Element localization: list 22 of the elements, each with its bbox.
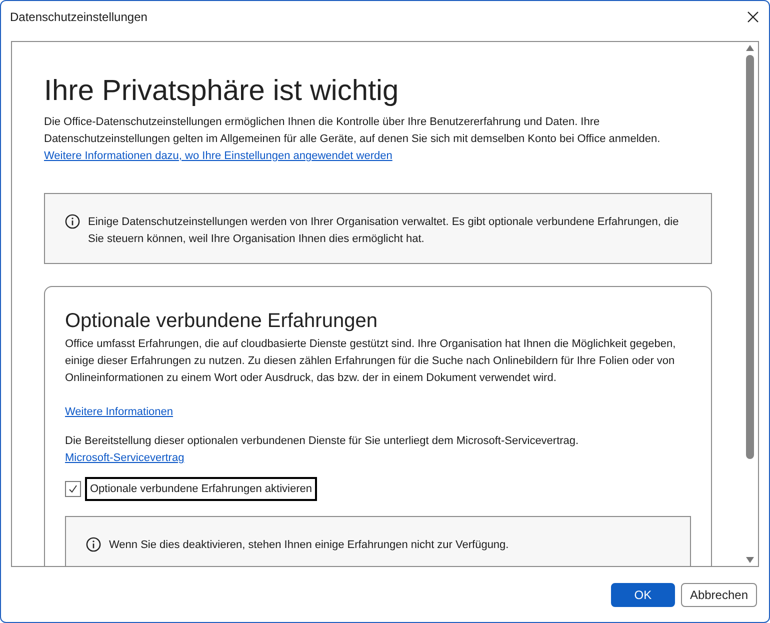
close-icon[interactable] [745, 9, 761, 25]
info-icon [86, 537, 101, 552]
service-link[interactable]: Microsoft-Servicevertrag [65, 450, 184, 467]
checkbox-label[interactable]: Optionale verbundene Erfahrungen aktivieren [85, 476, 317, 502]
scroll-up-icon[interactable] [746, 45, 754, 51]
scroll-down-icon[interactable] [746, 557, 754, 563]
ok-button[interactable]: OK [610, 582, 675, 606]
window-title: Datenschutzeinstellungen [10, 9, 148, 26]
notice-text: Einige Datenschutzeinstellungen werden von Ihrer Organisation verwaltet. Es gibt optionale verbundene Erfahrungen, die Sie steuern können, weil Ihre Organisation Ihnen dies ermöglicht hat. [88, 214, 680, 247]
check-icon [68, 484, 78, 494]
checkbox[interactable] [65, 481, 81, 498]
info-link[interactable]: Weitere Informationen dazu, wo Ihre Einstellungen angewendet werden [44, 148, 392, 165]
page-heading: Ihre Privatsphäre ist wichtig [44, 76, 400, 108]
info-icon [65, 214, 80, 229]
scroll-thumb[interactable] [746, 55, 754, 459]
section-heading: Optionale verbundene Erfahrungen [65, 308, 378, 333]
section-description: Office umfasst Erfahrungen, die auf cloudbasierte Dienste gestützt sind. Ihre Organisation hat Ihnen die Möglichkeit gegeben, einige dieser Erfahrungen zu nutzen. Zu diesen zählen Erfahrungen für die Suche nach Onlinebildern für Ihre Folien oder von Onlineinformationen zu einem Wort oder Ausdruck, das bzw. der in einem Dokument verwendet wird. [65, 336, 677, 386]
notice-text: Wenn Sie dies deaktivieren, stehen Ihnen einige Erfahrungen nicht zur Verfügung. [109, 538, 509, 554]
intro-text: Die Office-Datenschutzeinstellungen ermöglichen Ihnen die Kontrolle über Ihre Benutzererfahrung und Daten. Ihre Datenschutzeinstellungen gelten im Allgemeinen für alle Geräte, auf denen Sie sich mit demselben Konto bei Office anmelden. [44, 114, 662, 147]
service-text: Die Bereitstellung dieser optionalen verbundenen Dienste für Sie unterliegt dem Microsoft-Servicevertrag. [65, 434, 580, 449]
more-info-link[interactable]: Weitere Informationen [65, 404, 174, 421]
cancel-button[interactable]: Abbrechen [680, 582, 757, 606]
